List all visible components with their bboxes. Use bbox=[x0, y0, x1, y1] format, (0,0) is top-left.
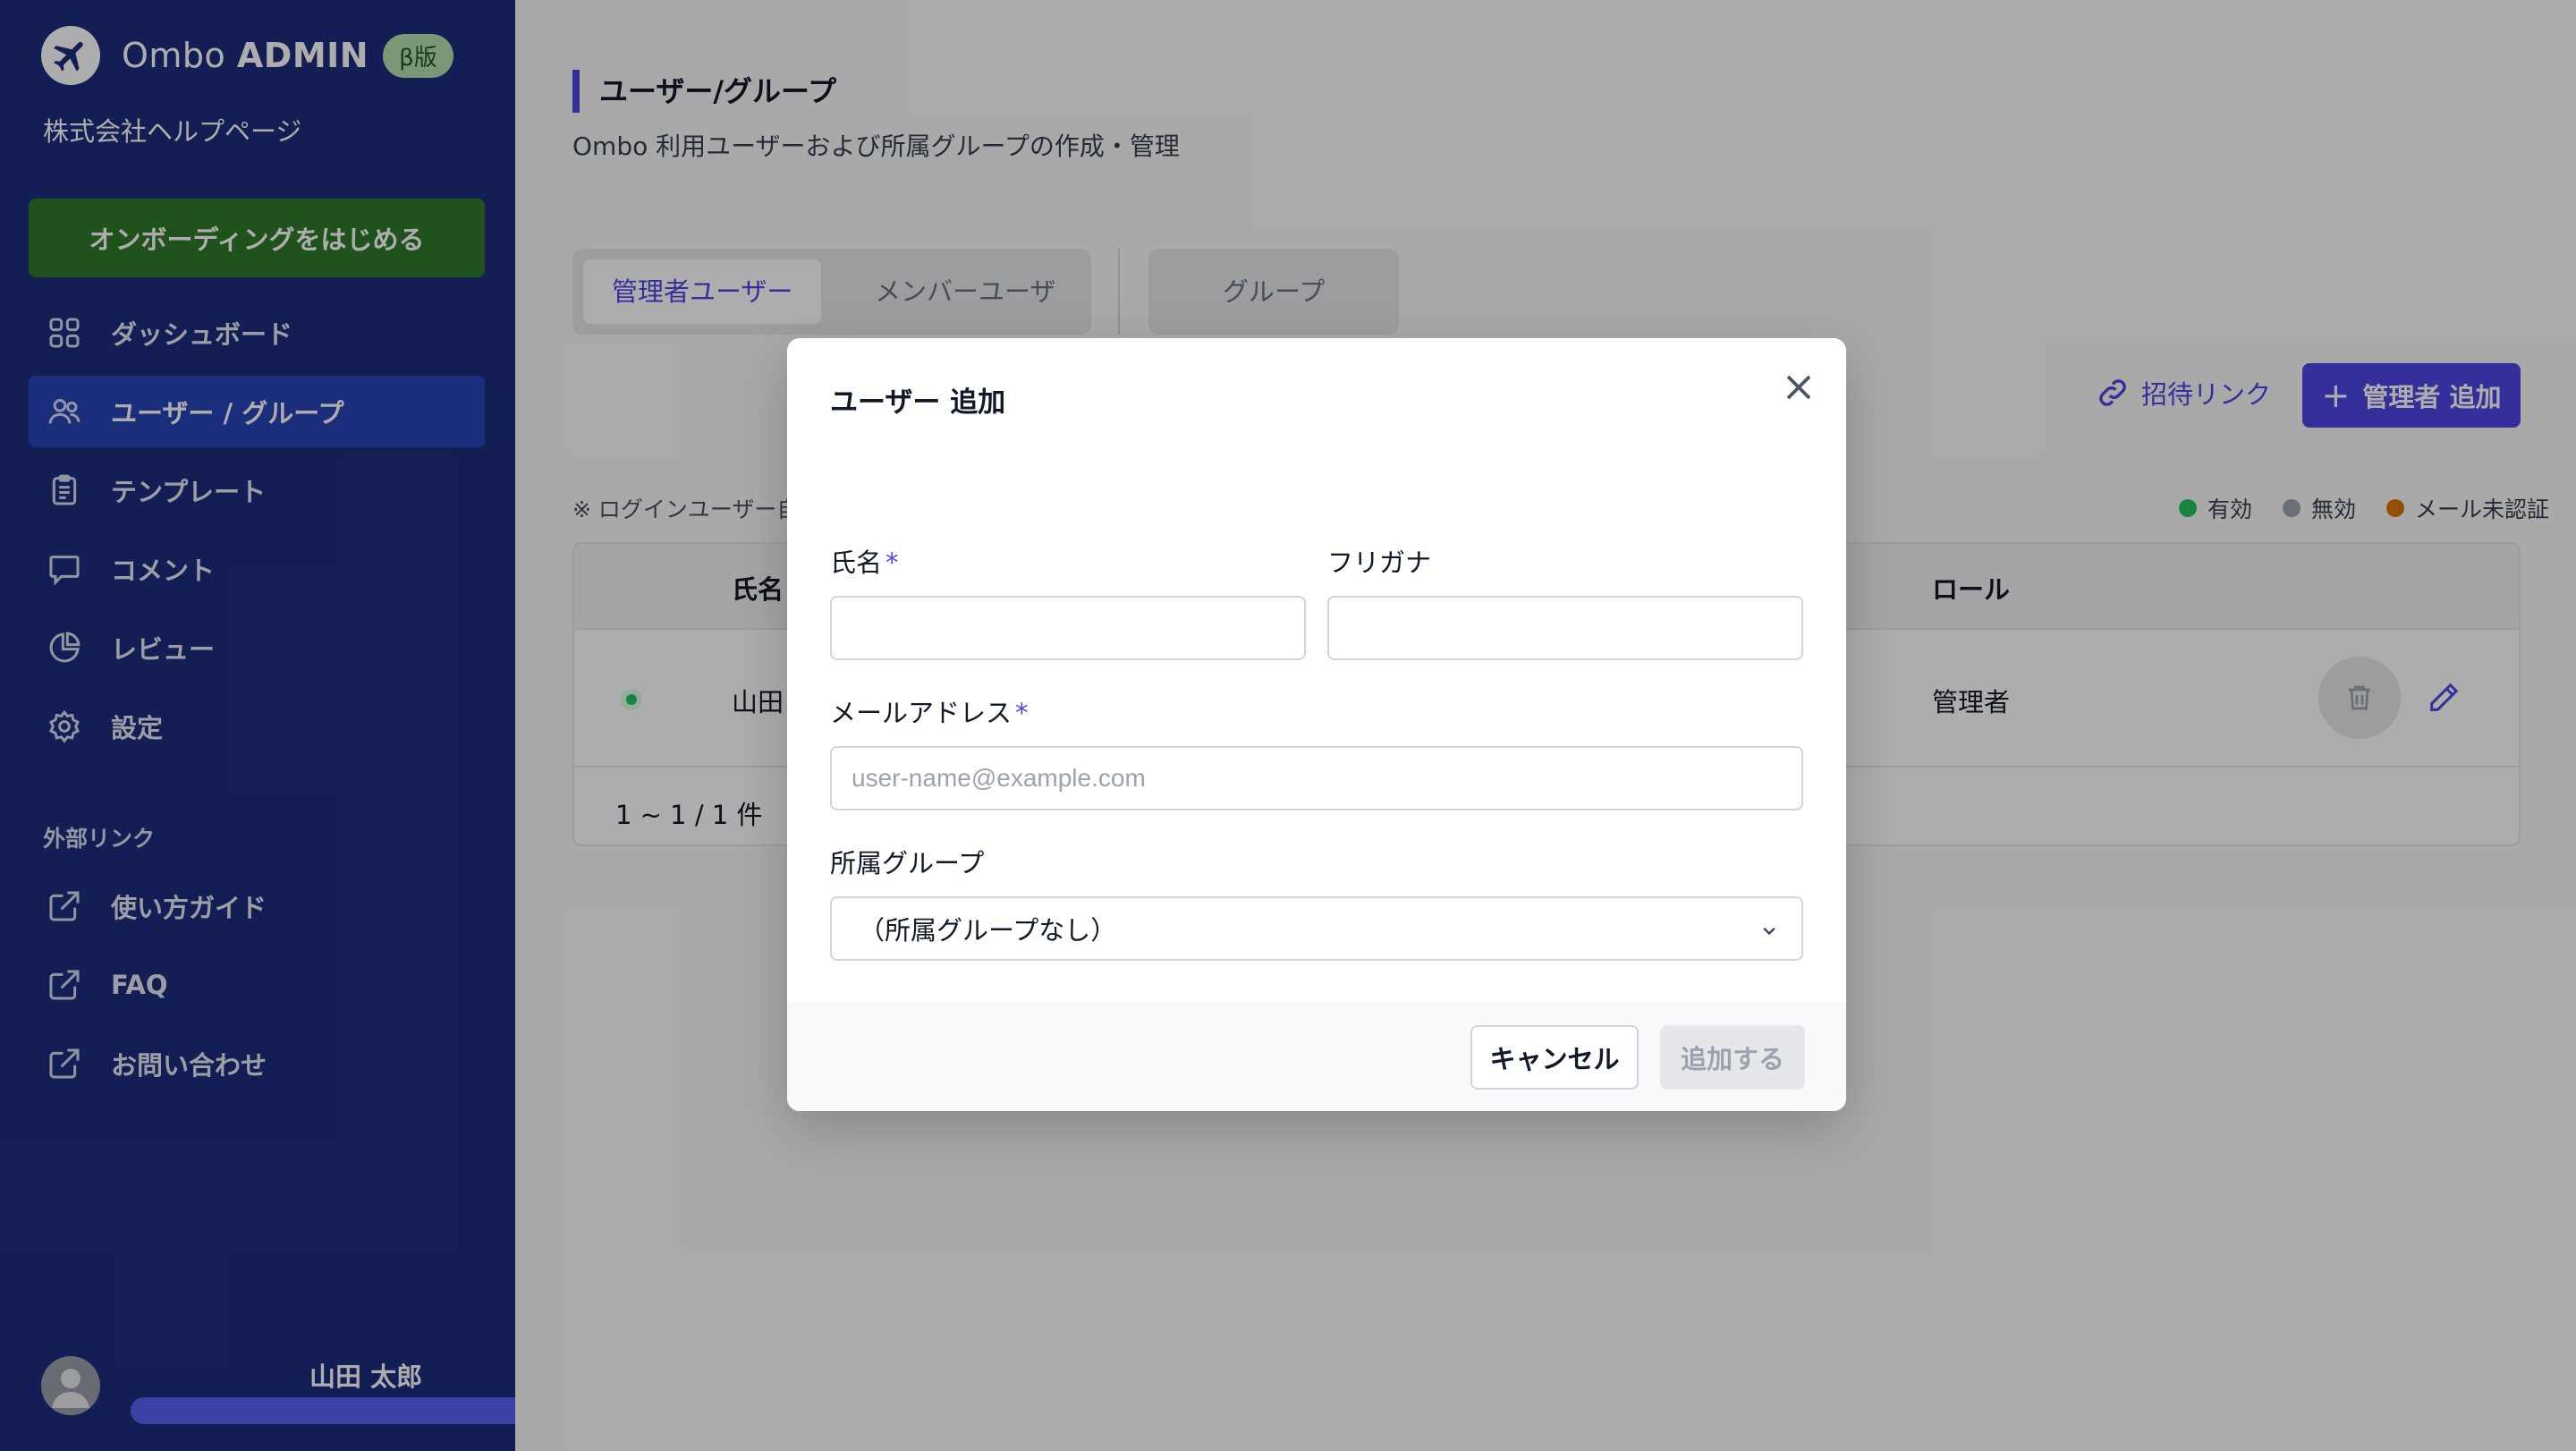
email-field[interactable] bbox=[830, 746, 1803, 810]
close-button[interactable] bbox=[1776, 365, 1821, 410]
dialog-title: ユーザー 追加 bbox=[830, 386, 1006, 419]
close-icon bbox=[1786, 375, 1811, 400]
email-label-text: メールアドレス bbox=[830, 698, 1013, 728]
email-label: メールアドレス * bbox=[830, 692, 1029, 730]
furigana-label: フリガナ bbox=[1327, 547, 1432, 578]
furigana-field[interactable] bbox=[1327, 596, 1803, 660]
group-label: 所属グループ bbox=[830, 848, 985, 878]
add-user-dialog: ユーザー 追加 氏名* フリガナ メールアドレス* 所属グループ （所属グループ… bbox=[787, 338, 1846, 1111]
name-label-text: 氏名 bbox=[830, 547, 883, 578]
chevron-down-icon bbox=[1763, 927, 1775, 936]
name-field[interactable] bbox=[830, 596, 1306, 660]
cancel-button[interactable]: キャンセル bbox=[1470, 1025, 1639, 1090]
required-mark: * bbox=[886, 547, 899, 578]
add-button[interactable]: 追加する bbox=[1660, 1025, 1805, 1090]
group-select-value: （所属グループなし） bbox=[859, 915, 1117, 946]
required-mark: * bbox=[1015, 698, 1029, 728]
name-label: 氏名 * bbox=[830, 542, 899, 580]
group-select[interactable]: （所属グループなし） bbox=[830, 896, 1803, 961]
dialog-footer: キャンセル 追加する bbox=[787, 1002, 1846, 1111]
